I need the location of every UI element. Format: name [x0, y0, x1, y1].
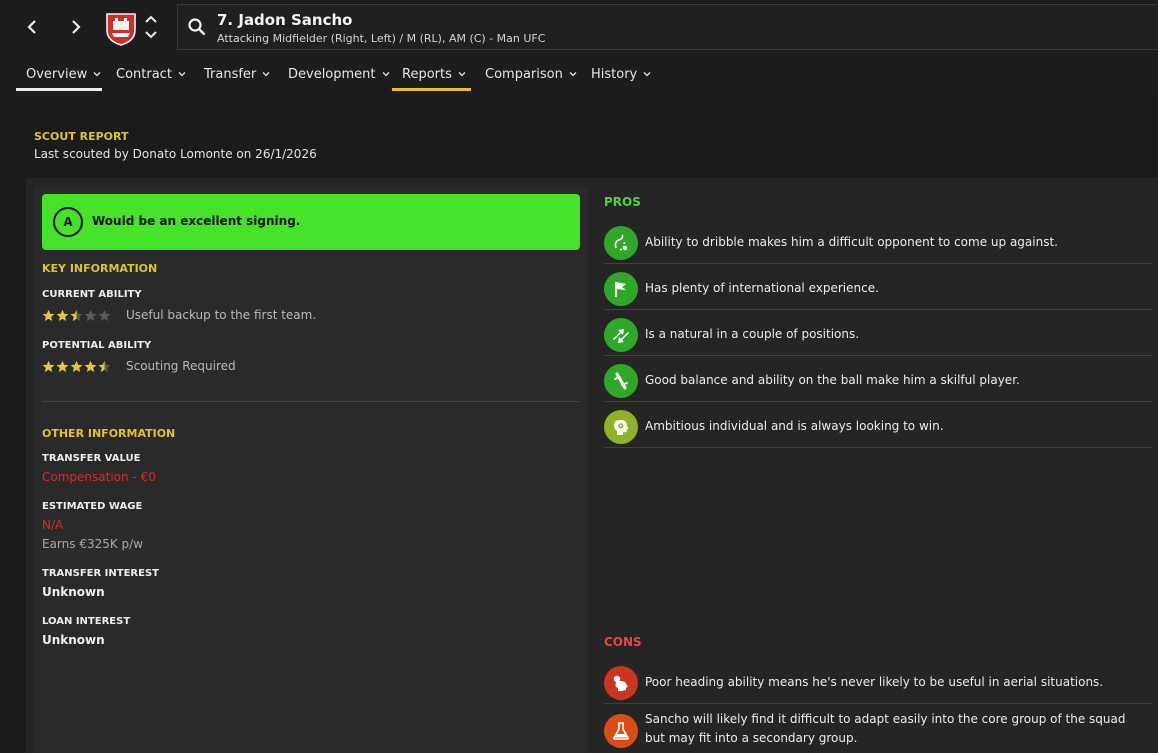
- flag-icon: [604, 272, 638, 306]
- tab-label: Comparison: [485, 66, 563, 82]
- cons-item: Poor heading ability means he's never li…: [604, 664, 1152, 704]
- back-button[interactable]: [17, 12, 47, 42]
- forward-button[interactable]: [61, 12, 91, 42]
- player-search-panel[interactable]: 7. Jadon Sancho Attacking Midfielder (Ri…: [177, 4, 1158, 50]
- potential-ability-label: POTENTIAL ABILITY: [42, 340, 152, 351]
- tab-label: Development: [288, 66, 376, 82]
- pros-item-text: Has plenty of international experience.: [645, 281, 879, 295]
- potential-ability-stars: [42, 360, 114, 374]
- tab-development[interactable]: Development: [288, 54, 390, 94]
- header-bar: 7. Jadon Sancho Attacking Midfielder (Ri…: [0, 0, 1158, 54]
- chevron-up-down-icon: [145, 15, 157, 39]
- pros-item: Ambitious individual and is always looki…: [604, 408, 1152, 448]
- transfer-interest-label: TRANSFER INTEREST: [42, 568, 159, 579]
- tab-transfer[interactable]: Transfer: [204, 54, 270, 94]
- current-ability-note: Useful backup to the first team.: [126, 308, 317, 322]
- pros-item-text: Is a natural in a couple of positions.: [645, 327, 860, 341]
- club-switch-toggle[interactable]: [142, 12, 160, 42]
- chevron-down-icon: [458, 70, 466, 78]
- chevron-down-icon: [569, 70, 577, 78]
- tab-history[interactable]: History: [591, 54, 651, 94]
- grade-badge: A: [53, 207, 83, 237]
- pros-item-text: Ability to dribble makes him a difficult…: [645, 235, 1058, 249]
- chevron-left-icon: [27, 20, 36, 34]
- tab-contract[interactable]: Contract: [116, 54, 186, 94]
- chevron-down-icon: [643, 70, 651, 78]
- balance-icon: [604, 364, 638, 398]
- tab-label: Contract: [116, 66, 172, 82]
- pros-item: Is a natural in a couple of positions.: [604, 316, 1152, 356]
- star-rating-icon: [42, 360, 111, 373]
- other-information-title: OTHER INFORMATION: [42, 427, 176, 440]
- loan-interest-value: Unknown: [42, 633, 105, 647]
- tab-label: Transfer: [204, 66, 257, 82]
- tab-bar: Overview Contract Transfer Development R…: [0, 54, 1158, 94]
- club-badge[interactable]: [104, 10, 138, 46]
- chevron-down-icon: [262, 70, 270, 78]
- key-information-title: KEY INFORMATION: [42, 262, 158, 275]
- pros-title: PROS: [604, 195, 641, 209]
- potential-ability-note: Scouting Required: [126, 359, 236, 373]
- report-title: SCOUT REPORT: [34, 130, 129, 143]
- tab-label: Overview: [26, 66, 88, 82]
- estimated-wage-label: ESTIMATED WAGE: [42, 501, 143, 512]
- estimated-wage-value: N/A: [42, 518, 64, 532]
- tab-underline-overview: [16, 88, 102, 91]
- tab-label: Reports: [402, 66, 452, 82]
- player-positions: Attacking Midfielder (Right, Left) / M (…: [217, 32, 546, 45]
- report-subtitle: Last scouted by Donato Lomonte on 26/1/2…: [34, 147, 317, 161]
- flask-icon: [604, 714, 638, 748]
- verdict-text: Would be an excellent signing.: [92, 214, 301, 228]
- cons-title: CONS: [604, 635, 642, 649]
- current-ability-stars: [42, 309, 114, 323]
- tab-comparison[interactable]: Comparison: [485, 54, 577, 94]
- chevron-right-icon: [72, 20, 81, 34]
- section-divider: [42, 401, 580, 402]
- ambition-head-icon: [604, 410, 638, 444]
- chevron-down-icon: [93, 70, 101, 78]
- pros-item: Has plenty of international experience.: [604, 270, 1152, 310]
- dribble-icon: [604, 226, 638, 260]
- current-ability-label: CURRENT ABILITY: [42, 289, 142, 300]
- position-arrows-icon: [604, 318, 638, 352]
- pros-item: Good balance and ability on the ball mak…: [604, 362, 1152, 402]
- verdict-banner: A Would be an excellent signing.: [42, 194, 580, 250]
- star-rating-icon: [42, 309, 111, 322]
- pros-item: Ability to dribble makes him a difficult…: [604, 224, 1152, 264]
- pros-item-text: Good balance and ability on the ball mak…: [645, 373, 1020, 387]
- chevron-down-icon: [178, 70, 186, 78]
- club-crest-icon: [106, 13, 136, 46]
- heading-icon: [604, 666, 638, 700]
- transfer-value: Compensation - €0: [42, 470, 156, 484]
- cons-item: Sancho will likely find it difficult to …: [604, 710, 1152, 753]
- cons-item-text: Poor heading ability means he's never li…: [645, 675, 1104, 689]
- tab-underline-reports-active: [392, 88, 471, 91]
- player-name: 7. Jadon Sancho: [217, 11, 353, 29]
- pros-item-text: Ambitious individual and is always looki…: [645, 419, 944, 433]
- current-earnings: Earns €325K p/w: [42, 537, 144, 551]
- tab-label: History: [591, 66, 638, 82]
- transfer-interest-value: Unknown: [42, 585, 105, 599]
- transfer-value-label: TRANSFER VALUE: [42, 453, 141, 464]
- chevron-down-icon: [382, 70, 390, 78]
- loan-interest-label: LOAN INTEREST: [42, 616, 131, 627]
- cons-item-text: Sancho will likely find it difficult to …: [645, 712, 1126, 745]
- search-icon[interactable]: [187, 17, 207, 37]
